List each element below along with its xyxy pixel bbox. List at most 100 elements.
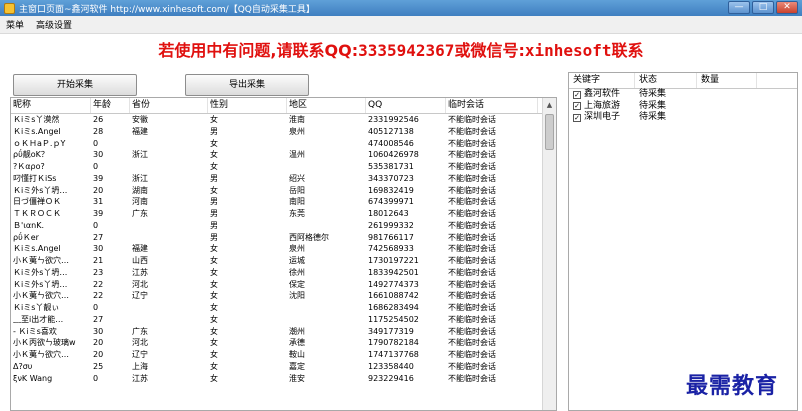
keyword-panel: 关键字 状态 数量 ✓ 鑫河软件 待采集 ✓ 上海旅游 待采集 ✓ 深圳电子 待采集 [568,72,798,411]
table-cell: 温州 [289,150,305,160]
col-region[interactable]: 地区 [287,98,366,113]
keyword-label: 上海旅游 [584,100,621,111]
scroll-thumb[interactable] [545,114,554,150]
table-row[interactable]: Δ?συ 25 上海 女 嘉定 123358440 不能临时会话 [11,361,556,373]
keyword-row[interactable]: ✓ 鑫河软件 待采集 [569,89,797,101]
table-cell: 不能临时会话 [448,326,496,336]
scroll-up-icon[interactable]: ▲ [543,98,556,112]
table-row[interactable]: 小Ｋ丙欲ㄣ玻璃w 20 河北 女 承德 1790782184 不能临时会话 [11,337,556,349]
table-row[interactable]: ＴＫＲＯＣＫ 39 广东 男 东莞 18012643 不能临时会话 [11,208,556,220]
keyword-checkbox[interactable]: ✓ [573,90,581,99]
table-cell: 不能临时会话 [448,373,496,383]
table-cell: 辽宁 [132,291,148,301]
keyword-checkbox[interactable]: ✓ [573,102,581,111]
table-cell: 22 [93,279,104,289]
table-cell [130,314,208,326]
table-cell: 23 [93,267,104,277]
table-cell: 湖南 [132,185,148,195]
table-row[interactable]: 小Ｋ荑ㄣ欲穴… 21 山西 女 运城 1730197221 不能临时会话 [11,255,556,267]
table-cell: 405127138 [368,126,414,136]
export-collect-button[interactable]: 导出采集 [185,74,309,96]
table-cell: 2331992546 [368,115,419,124]
col-age[interactable]: 年龄 [91,98,130,113]
table-cell: 女 [210,244,218,254]
table-cell: 福建 [132,126,148,136]
results-table[interactable]: 昵称 年龄 省份 性别 地区 QQ 临时会话 Ｋiミs丫漠然 26 安徽女淮南 233… [10,97,557,411]
table-cell: 广东 [132,326,148,336]
table-cell: 不能临时会话 [448,126,496,136]
table-cell: ?Ｋαρο? [13,162,45,171]
menu-item-menu[interactable]: 菜单 [0,18,30,31]
table-cell: 浙江 [132,150,148,160]
table-row[interactable]: 小Ｋ荑ㄣ欲穴… 22 辽宁 女 沈阳 1661088742 不能临时会话 [11,290,556,302]
table-cell: 不能临时会话 [448,361,496,371]
col-count[interactable]: 数量 [697,73,757,88]
col-status[interactable]: 状态 [635,73,697,88]
table-cell: ＴＫＲＯＣＫ [13,209,61,218]
table-scrollbar[interactable]: ▲ [542,98,556,410]
col-temp-chat[interactable]: 临时会话 [446,98,538,113]
table-row[interactable]: Ｋiミ外s丫坍… 22 河北 女 保定 1492774373 不能临时会话 [11,279,556,291]
table-cell: 男 [210,232,218,242]
col-province[interactable]: 省份 [130,98,208,113]
maximize-button[interactable]: □ [752,1,774,14]
table-cell: 泉州 [289,244,305,254]
minimize-button[interactable]: — [728,1,750,14]
table-cell: 不能临时会话 [448,256,496,265]
table-cell: 男 [210,209,218,218]
table-cell: 上海 [132,361,148,371]
keyword-label: 鑫河软件 [584,89,621,99]
table-cell: 1747137768 [368,350,419,359]
table-cell: 江苏 [132,267,148,277]
watermark: 最需教育 [686,373,779,399]
table-cell: 女 [210,162,218,171]
table-cell: 0 [93,220,99,230]
table-row[interactable]: 叼懂打ＫiSs 39 浙江 男 绍兴 343370723 不能临时会话 [11,173,556,185]
table-cell: 女 [210,279,218,289]
table-cell: 28 [93,126,104,136]
table-cell: 鞍山 [289,350,305,359]
keyword-row[interactable]: ✓ 深圳电子 待采集 [569,112,797,124]
table-row[interactable]: - Ｋiミs喜欢 30 广东 女 潮州 349177319 不能临时会话 [11,326,556,338]
col-nickname[interactable]: 昵称 [11,98,91,113]
table-row[interactable]: Ｋiミs丫漠然 26 安徽 女 淮南 2331992546 不能临时会话 [11,114,556,126]
table-cell: Ｋiミ外s丫坍… [13,279,68,289]
start-collect-button[interactable]: 开始采集 [13,74,137,96]
keyword-cell: ✓ 鑫河软件 [569,89,635,101]
table-row[interactable]: ﹏至i出才能… 27 女 1175254502 不能临时会话 [11,314,556,326]
table-row[interactable]: Ｋiミs.Angel 28 福建 男 泉州 405127138 不能临时会话 [11,126,556,138]
table-cell: 女 [210,314,218,324]
table-row[interactable]: ｏＫＨaＰ.ｐY 0 女 474008546 不能临时会话 [11,138,556,150]
table-cell: 淮安 [289,373,305,383]
table-row[interactable]: 小Ｋ荑ㄣ欲穴… 20 辽宁 女 鞍山 1747137768 不能临时会话 [11,349,556,361]
menu-item-advanced-settings[interactable]: 高级设置 [30,18,78,31]
table-row[interactable]: ρΰＫer 27 男 西阿格德尔 981766117 不能临时会话 [11,232,556,244]
table-cell [287,302,366,314]
table-row[interactable]: Ｋiミ外s丫坍… 23 江苏 女 徐州 1833942501 不能临时会话 [11,267,556,279]
table-cell: 潮州 [289,326,305,336]
close-button[interactable]: ✕ [776,1,798,14]
table-cell: 不能临时会话 [448,162,496,171]
table-row[interactable]: Ｋiミs.Angel 30 福建 女 泉州 742568933 不能临时会话 [11,243,556,255]
col-keyword[interactable]: 关键字 [569,73,635,88]
table-row[interactable]: Ｋiミ外s丫坍… 20 湖南 女 岳阳 169832419 不能临时会话 [11,185,556,197]
col-gender[interactable]: 性别 [208,98,287,113]
banner-wechat: xinhesoft [524,41,612,60]
keyword-row[interactable]: ✓ 上海旅游 待采集 [569,101,797,113]
col-qq[interactable]: QQ [366,98,446,113]
table-cell: 1686283494 [368,303,419,312]
table-cell: Ｋiミs.Angel [13,244,61,254]
table-cell: 小Ｋ荑ㄣ欲穴… [13,256,69,265]
table-cell: 辽宁 [132,350,148,359]
table-row[interactable]: ρΰ靓οΚ？ 30 浙江 女 温州 1060426978 不能临时会话 [11,149,556,161]
table-cell: 不能临时会话 [448,267,496,277]
table-row[interactable]: Ｂ'ιαnΚ. 0 男 261999332 不能临时会话 [11,220,556,232]
table-cell: 1060426978 [368,150,419,160]
table-row[interactable]: ξνΚ Wang 0 江苏 女 淮安 923229416 不能临时会话 [11,373,556,385]
table-cell: 绍兴 [289,173,305,183]
keyword-checkbox[interactable]: ✓ [573,113,581,122]
table-row[interactable]: Ｋiミs丫靓ぃ 0 女 1686283494 不能临时会话 [11,302,556,314]
table-row[interactable]: 日づ僵禅ＯＫ 31 河南 男 南阳 674399971 不能临时会话 [11,196,556,208]
table-row[interactable]: ?Ｋαρο? 0 女 535381731 不能临时会话 [11,161,556,173]
table-cell: 女 [210,350,218,359]
